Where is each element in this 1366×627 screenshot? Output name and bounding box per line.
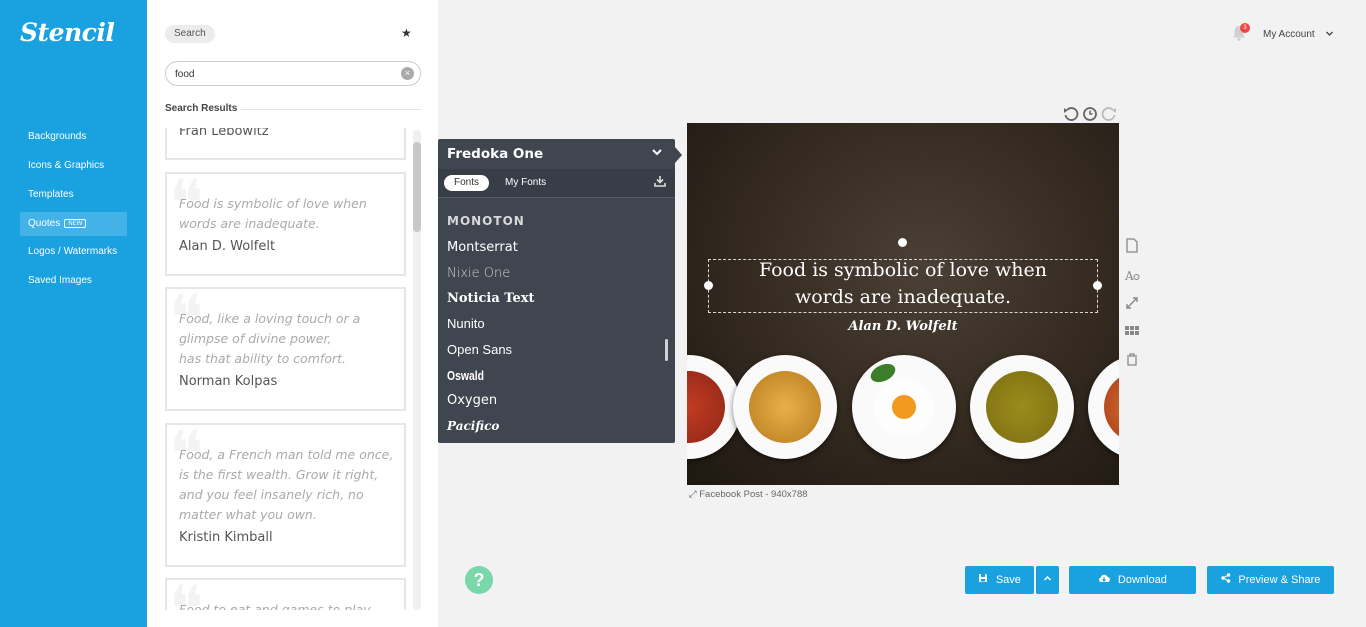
divider — [241, 109, 421, 110]
canvas-size-text: Facebook Post - 940x788 — [699, 489, 808, 500]
help-icon[interactable]: ? — [465, 566, 493, 594]
quote-text: Food is symbolic of love when words are … — [179, 196, 367, 231]
history-clock-icon[interactable] — [1083, 107, 1097, 121]
tab-fonts[interactable]: Fonts — [444, 175, 490, 191]
chevron-down-icon[interactable] — [1325, 29, 1334, 40]
canvas-side-tools: A — [1124, 238, 1140, 368]
font-option-noticia-text[interactable]: Noticia Text — [447, 291, 535, 306]
history-controls — [1062, 105, 1118, 123]
nav-item-label: Logos / Watermarks — [28, 246, 118, 257]
canvas-quote-text[interactable]: Food is symbolic of love when — [687, 259, 1119, 281]
quote-author: Norman Kolpas — [179, 374, 278, 389]
design-canvas[interactable]: Food is symbolic of love when words are … — [687, 123, 1119, 485]
food-plate-image — [852, 355, 956, 459]
quote-search-panel: Search ★ × Search Results Fran Lebowitz … — [147, 0, 438, 627]
canvas-size-label[interactable]: ⤢ Facebook Post - 940x788 — [689, 489, 808, 500]
expand-icon[interactable] — [1126, 297, 1138, 309]
save-label: Save — [995, 574, 1021, 586]
text-style-icon[interactable]: A — [1124, 269, 1140, 283]
quote-author: Alan D. Wolfelt — [179, 239, 276, 254]
nav-item-quotes[interactable]: Quotes NEW — [20, 212, 127, 236]
nav-item-label: Saved Images — [28, 275, 92, 286]
search-box: × — [165, 61, 421, 86]
current-font-label[interactable]: Fredoka One — [447, 146, 543, 162]
save-options-button[interactable] — [1036, 566, 1059, 594]
nav-item-templates[interactable]: Templates — [20, 183, 127, 207]
quote-card[interactable]: ❝ Food is symbolic of love when words ar… — [165, 172, 406, 276]
save-button[interactable]: Save — [965, 566, 1034, 594]
nav-item-logos-watermarks[interactable]: Logos / Watermarks — [20, 240, 127, 264]
preview-share-button[interactable]: Preview & Share — [1207, 566, 1334, 594]
nav-item-icons-graphics[interactable]: Icons & Graphics — [20, 154, 127, 178]
font-option-nixie-one[interactable]: Nixie One — [447, 266, 510, 281]
download-label: Download — [1117, 574, 1167, 586]
font-picker-dropdown: Fredoka One Fonts My Fonts Monoton Monts… — [438, 139, 682, 443]
food-plate-image — [1088, 355, 1119, 459]
chevron-up-icon — [1043, 574, 1052, 586]
quote-card[interactable]: ❝ Food, like a loving touch or a glimpse… — [165, 287, 406, 411]
stencil-logo[interactable]: Stencil — [20, 18, 115, 47]
font-tabs: Fonts My Fonts — [438, 169, 675, 198]
canvas-quote-text[interactable]: words are inadequate. — [687, 286, 1119, 308]
my-account-menu[interactable]: My Account — [1263, 29, 1315, 40]
nav-item-label: Templates — [28, 189, 74, 200]
quote-card[interactable]: ❝ Food, a French man told me once, is th… — [165, 423, 406, 567]
undo-icon[interactable] — [1064, 107, 1079, 121]
font-option-oswald[interactable]: Oswald — [447, 368, 484, 383]
nav-item-label: Backgrounds — [28, 131, 87, 142]
font-option-monoton[interactable]: Monoton — [447, 214, 525, 228]
font-option-nunito[interactable]: Nunito — [447, 316, 485, 331]
results-scrollbar[interactable] — [413, 130, 421, 610]
nav-item-saved-images[interactable]: Saved Images — [20, 269, 127, 293]
grid-icon[interactable] — [1125, 326, 1139, 335]
rotate-handle[interactable] — [898, 238, 907, 247]
trash-icon[interactable] — [1127, 353, 1137, 366]
svg-text:A: A — [1124, 269, 1134, 283]
font-option-montserrat[interactable]: Montserrat — [447, 240, 518, 255]
results-heading: Search Results — [165, 103, 238, 114]
resize-icon: ⤢ — [689, 489, 697, 500]
canvas-quote-author[interactable]: Alan D. Wolfelt — [687, 319, 1119, 334]
nav-item-label: Quotes — [28, 218, 61, 229]
side-nav: Stencil Backgrounds Icons & Graphics Tem… — [0, 0, 147, 627]
font-option-pacifico[interactable]: Pacifico — [447, 419, 499, 433]
food-plate-image — [970, 355, 1074, 459]
quote-text: Food to eat and games to play — [179, 602, 371, 610]
clear-search-icon[interactable]: × — [401, 67, 414, 80]
nav-item-label: Icons & Graphics — [28, 160, 105, 171]
quote-card[interactable]: Fran Lebowitz — [165, 128, 406, 160]
font-option-oxygen[interactable]: Oxygen — [447, 393, 497, 408]
nav-item-backgrounds[interactable]: Backgrounds — [20, 125, 127, 149]
quote-text: Food, like a loving touch or a glimpse o… — [179, 311, 361, 366]
cloud-download-icon — [1098, 574, 1113, 586]
quote-card[interactable]: ❝ Food to eat and games to play — [165, 578, 406, 610]
notification-count-badge: 3 — [1240, 23, 1250, 33]
save-icon — [978, 574, 991, 586]
font-option-open-sans[interactable]: Open Sans — [447, 342, 512, 357]
redo-icon[interactable] — [1101, 107, 1116, 121]
search-tab-chip[interactable]: Search — [165, 25, 215, 43]
font-list-scrollbar[interactable] — [665, 339, 668, 361]
egg-yolk — [892, 395, 916, 419]
share-icon — [1220, 573, 1234, 586]
download-icon[interactable] — [654, 175, 666, 190]
quote-author: Kristin Kimball — [179, 530, 273, 545]
dropdown-pointer — [675, 147, 682, 163]
tab-my-fonts[interactable]: My Fonts — [495, 175, 556, 191]
star-icon[interactable]: ★ — [401, 26, 412, 40]
download-button[interactable]: Download — [1069, 566, 1196, 594]
scrollbar-thumb[interactable] — [413, 142, 421, 232]
quote-author: Fran Lebowitz — [179, 128, 269, 139]
page-icon[interactable] — [1126, 238, 1138, 253]
preview-share-label: Preview & Share — [1238, 574, 1321, 586]
results-list[interactable]: Fran Lebowitz ❝ Food is symbolic of love… — [165, 128, 407, 610]
quote-text: Food, a French man told me once, is the … — [179, 447, 394, 522]
new-badge: NEW — [64, 219, 87, 228]
search-input[interactable] — [175, 66, 395, 82]
chevron-down-icon[interactable] — [651, 146, 663, 161]
food-plate-image — [733, 355, 837, 459]
